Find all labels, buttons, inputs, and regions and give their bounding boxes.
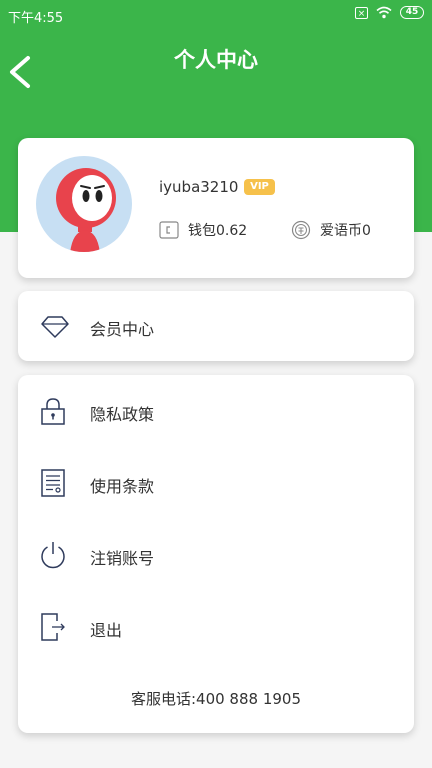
- battery-indicator: 45: [400, 6, 424, 19]
- customer-service-hotline[interactable]: 客服电话:400 888 1905: [18, 688, 414, 709]
- diamond-icon: [41, 316, 69, 338]
- vip-badge: VIP: [244, 179, 275, 195]
- member-center-button[interactable]: 会员中心: [18, 291, 414, 361]
- avatar-mascot-icon: [56, 168, 116, 252]
- wallet-button[interactable]: 钱包0.62: [159, 220, 247, 240]
- delete-account-label: 注销账号: [90, 549, 155, 568]
- document-icon: [41, 469, 65, 497]
- logout-label: 退出: [90, 621, 123, 640]
- terms-of-use-label: 使用条款: [90, 477, 155, 496]
- settings-menu: 隐私政策 使用条款 注销账号 退出 客服电话:400 888 1905: [18, 375, 414, 733]
- privacy-policy-label: 隐私政策: [90, 405, 155, 424]
- delete-account-item[interactable]: 注销账号: [18, 525, 414, 585]
- coins-button[interactable]: 爱语币0: [291, 220, 371, 240]
- page-title: 个人中心: [174, 48, 258, 72]
- profile-card: iyuba3210 VIP 钱包0.62 爱语币0: [18, 138, 414, 278]
- wifi-icon: [376, 6, 392, 19]
- privacy-policy-item[interactable]: 隐私政策: [18, 381, 414, 441]
- lock-icon: [41, 398, 65, 425]
- avatar[interactable]: [36, 156, 132, 252]
- username: iyuba3210: [159, 178, 239, 196]
- coin-icon: [291, 220, 311, 240]
- logout-icon: [41, 613, 65, 641]
- status-time: 下午4:55: [8, 11, 64, 26]
- terms-of-use-item[interactable]: 使用条款: [18, 453, 414, 513]
- no-sim-icon: ×: [355, 6, 368, 19]
- coin-balance: 爱语币0: [320, 223, 371, 239]
- status-icons: × 45: [355, 6, 424, 19]
- status-bar: 下午4:55 × 45: [0, 0, 432, 30]
- power-icon: [41, 542, 65, 569]
- logout-item[interactable]: 退出: [18, 597, 414, 657]
- member-center-label: 会员中心: [90, 320, 155, 339]
- wallet-balance: 钱包0.62: [188, 223, 248, 239]
- wallet-icon: [159, 221, 179, 239]
